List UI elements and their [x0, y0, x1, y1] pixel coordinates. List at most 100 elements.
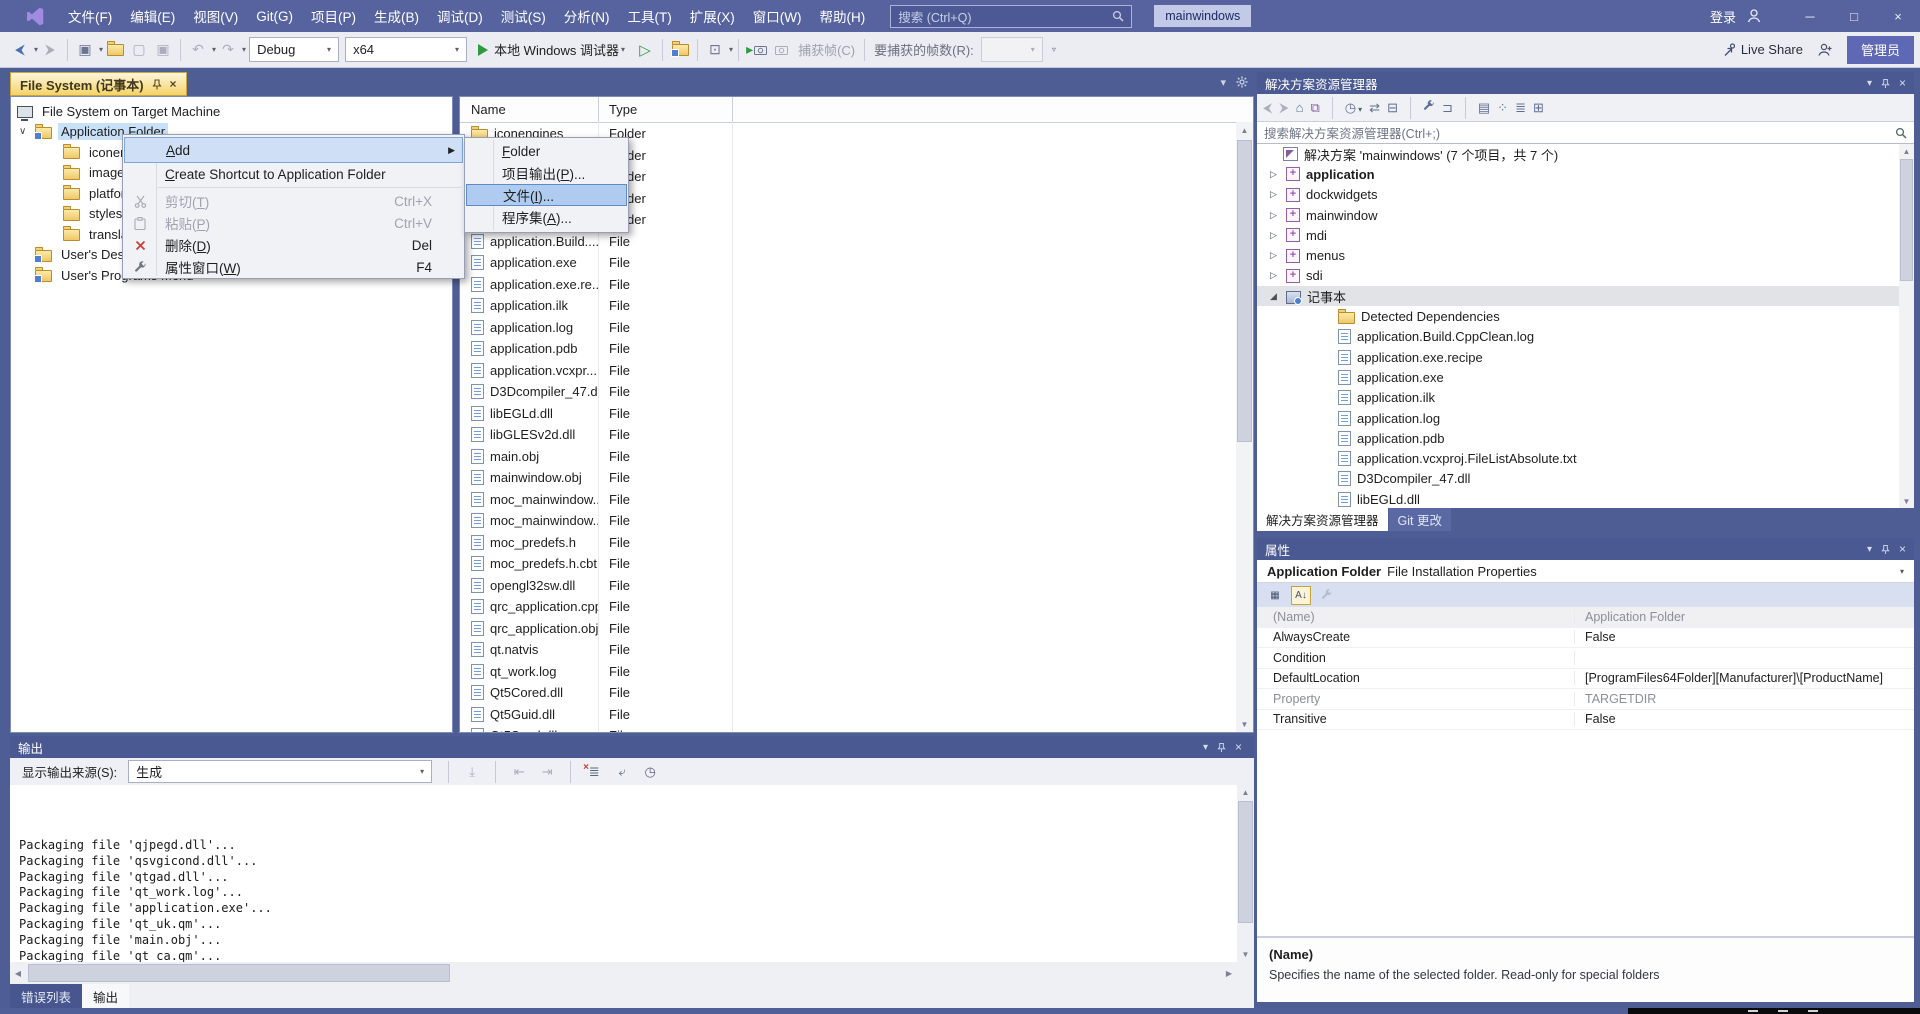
alphabetical-sort-icon[interactable]: A↓: [1291, 585, 1311, 605]
solution-tree-item[interactable]: ▷ mdi: [1257, 225, 1899, 245]
active-window-chip[interactable]: mainwindows: [1154, 5, 1252, 27]
se-properties-icon[interactable]: [1423, 100, 1435, 115]
close-icon[interactable]: ×: [1899, 542, 1906, 556]
admin-badge[interactable]: 管理员: [1846, 35, 1914, 64]
output-header[interactable]: 输出 ▾ ×: [10, 736, 1254, 758]
submenu-item-assembly[interactable]: 程序集(A)...: [465, 206, 628, 228]
file-row[interactable]: application.log File: [460, 317, 1253, 339]
live-share-button[interactable]: Live Share: [1721, 42, 1803, 57]
solution-tree-item[interactable]: ▷ mainwindow: [1257, 205, 1899, 225]
file-row[interactable]: qrc_application.obj File: [460, 618, 1253, 640]
file-row[interactable]: qrc_application.cpp File: [460, 596, 1253, 618]
property-pages-icon[interactable]: [1317, 586, 1337, 605]
menu-item[interactable]: Git(G): [247, 0, 302, 32]
tab-solution-explorer[interactable]: 解决方案资源管理器: [1257, 508, 1388, 531]
expander-icon[interactable]: ▷: [1270, 189, 1286, 200]
se-pending-changes-filter-icon[interactable]: ◷ ▾: [1345, 100, 1362, 116]
close-tab-icon[interactable]: ×: [170, 77, 177, 91]
tab-overflow-icon[interactable]: ▾: [1220, 76, 1226, 89]
scroll-right-icon[interactable]: ▶: [1221, 969, 1237, 978]
sign-in-button[interactable]: 登录: [1710, 7, 1736, 26]
window-gear-icon[interactable]: [1236, 76, 1248, 88]
document-tab-file-system[interactable]: File System (记事本) ×: [10, 72, 187, 96]
undo-icon[interactable]: ↶: [188, 38, 208, 62]
se-preview-code-icon[interactable]: ⊐: [1442, 100, 1453, 116]
solution-tree-item[interactable]: application.Build.CppClean.log: [1257, 327, 1899, 347]
navigate-back-icon[interactable]: ⮜: [10, 38, 30, 62]
pin-icon[interactable]: [1217, 742, 1226, 753]
output-vertical-scrollbar[interactable]: ▲ ▼: [1237, 785, 1254, 962]
se-switch-views-icon[interactable]: ⧉: [1311, 100, 1320, 116]
property-value[interactable]: Application Folder: [1575, 610, 1685, 624]
close-button[interactable]: ×: [1876, 0, 1920, 32]
capture-frame-label[interactable]: 捕获帧(C): [798, 40, 855, 59]
scroll-down-icon[interactable]: ▼: [1237, 947, 1254, 962]
se-view-code-icon[interactable]: ≣: [1515, 100, 1526, 116]
menu-item[interactable]: 工具(T): [619, 0, 681, 32]
menu-item-add[interactable]: Add ▶: [124, 137, 463, 163]
solution-tree-item[interactable]: Detected Dependencies: [1257, 306, 1899, 326]
se-home-icon[interactable]: ⌂: [1296, 100, 1304, 115]
search-input[interactable]: 搜索 (Ctrl+Q): [890, 4, 1133, 28]
property-row[interactable]: (Name) Application Folder: [1257, 607, 1914, 628]
close-icon[interactable]: ×: [1899, 76, 1906, 90]
file-row[interactable]: libGLESv2d.dll File: [460, 424, 1253, 446]
scroll-down-icon[interactable]: ▼: [1236, 716, 1253, 732]
solution-tree-item[interactable]: application.vcxproj.FileListAbsolute.txt: [1257, 448, 1899, 468]
expander-icon[interactable]: ▷: [1270, 210, 1286, 221]
solution-tree-item[interactable]: ◢ 记事本: [1257, 286, 1899, 307]
solution-tree-item[interactable]: application.ilk: [1257, 388, 1899, 408]
capture-frame-camera-icon[interactable]: [772, 38, 792, 62]
column-header-name[interactable]: Name: [460, 97, 599, 122]
pin-icon[interactable]: [1881, 544, 1890, 555]
property-row[interactable]: AlwaysCreate False: [1257, 628, 1914, 648]
scroll-up-icon[interactable]: ▲: [1237, 785, 1254, 800]
file-row[interactable]: D3Dcompiler_47.dll File: [460, 381, 1253, 403]
solution-tree-scrollbar[interactable]: ▲ ▼: [1899, 144, 1914, 508]
file-row[interactable]: mainwindow.obj File: [460, 467, 1253, 489]
scroll-thumb[interactable]: [1238, 801, 1253, 923]
add-user-icon[interactable]: [1817, 42, 1833, 57]
menu-item-paste[interactable]: 粘贴(P) Ctrl+V: [123, 212, 464, 234]
window-layout-icon[interactable]: ⊡: [705, 38, 725, 62]
se-collapse-all-icon[interactable]: ⊟: [1387, 100, 1398, 116]
property-value[interactable]: False: [1575, 712, 1616, 726]
tab-error-list[interactable]: 错误列表: [10, 984, 83, 1008]
solution-tree-item[interactable]: ▷ menus: [1257, 245, 1899, 265]
scroll-up-icon[interactable]: ▲: [1899, 144, 1914, 158]
property-row[interactable]: Condition: [1257, 648, 1914, 669]
solution-tree-item[interactable]: D3Dcompiler_47.dll: [1257, 469, 1899, 489]
solution-tree-item[interactable]: libEGLd.dll: [1257, 489, 1899, 508]
file-list-scrollbar[interactable]: ▲ ▼: [1236, 122, 1253, 732]
file-row[interactable]: application.exe File: [460, 252, 1253, 274]
se-forward-icon[interactable]: ⮞: [1279, 100, 1288, 116]
menu-item-delete[interactable]: 删除(D) Del: [123, 234, 464, 256]
menu-item[interactable]: 文件(F): [59, 0, 121, 32]
new-project-dropdown-icon[interactable]: ▾: [99, 45, 103, 54]
solution-tree-item[interactable]: application.pdb: [1257, 428, 1899, 448]
tab-git-changes[interactable]: Git 更改: [1388, 508, 1451, 531]
window-position-icon[interactable]: ▾: [1867, 544, 1872, 555]
property-value[interactable]: False: [1575, 630, 1616, 644]
user-icon[interactable]: [1746, 8, 1762, 24]
expander-icon[interactable]: ▷: [1270, 169, 1286, 180]
file-row[interactable]: moc_mainwindow.... File: [460, 489, 1253, 511]
se-sync-with-active-icon[interactable]: ⇄: [1369, 100, 1380, 116]
file-row[interactable]: Qt5Svgd.dll File: [460, 725, 1253, 732]
file-row[interactable]: main.obj File: [460, 446, 1253, 468]
solution-platform-select[interactable]: x64 ▾: [345, 37, 468, 62]
scroll-left-icon[interactable]: ◀: [10, 969, 26, 978]
solution-tree-item[interactable]: ▷ application: [1257, 164, 1899, 184]
pin-icon[interactable]: [151, 78, 162, 90]
expander-icon[interactable]: ∨: [19, 126, 35, 137]
scroll-thumb[interactable]: [1900, 159, 1913, 281]
start-without-debugging-icon[interactable]: ▷: [635, 38, 655, 62]
file-row[interactable]: moc_predefs.h.cbt File: [460, 553, 1253, 575]
undo-dropdown-icon[interactable]: ▾: [212, 45, 216, 54]
solution-tree-item[interactable]: application.exe: [1257, 367, 1899, 387]
window-layout-dropdown-icon[interactable]: ▾: [729, 45, 733, 54]
solution-tree-item[interactable]: ▷ dockwidgets: [1257, 185, 1899, 205]
redo-icon[interactable]: ↷: [218, 38, 238, 62]
expander-icon[interactable]: ▷: [1270, 230, 1286, 241]
toolbar-overflow-icon[interactable]: ▿: [1052, 45, 1056, 54]
